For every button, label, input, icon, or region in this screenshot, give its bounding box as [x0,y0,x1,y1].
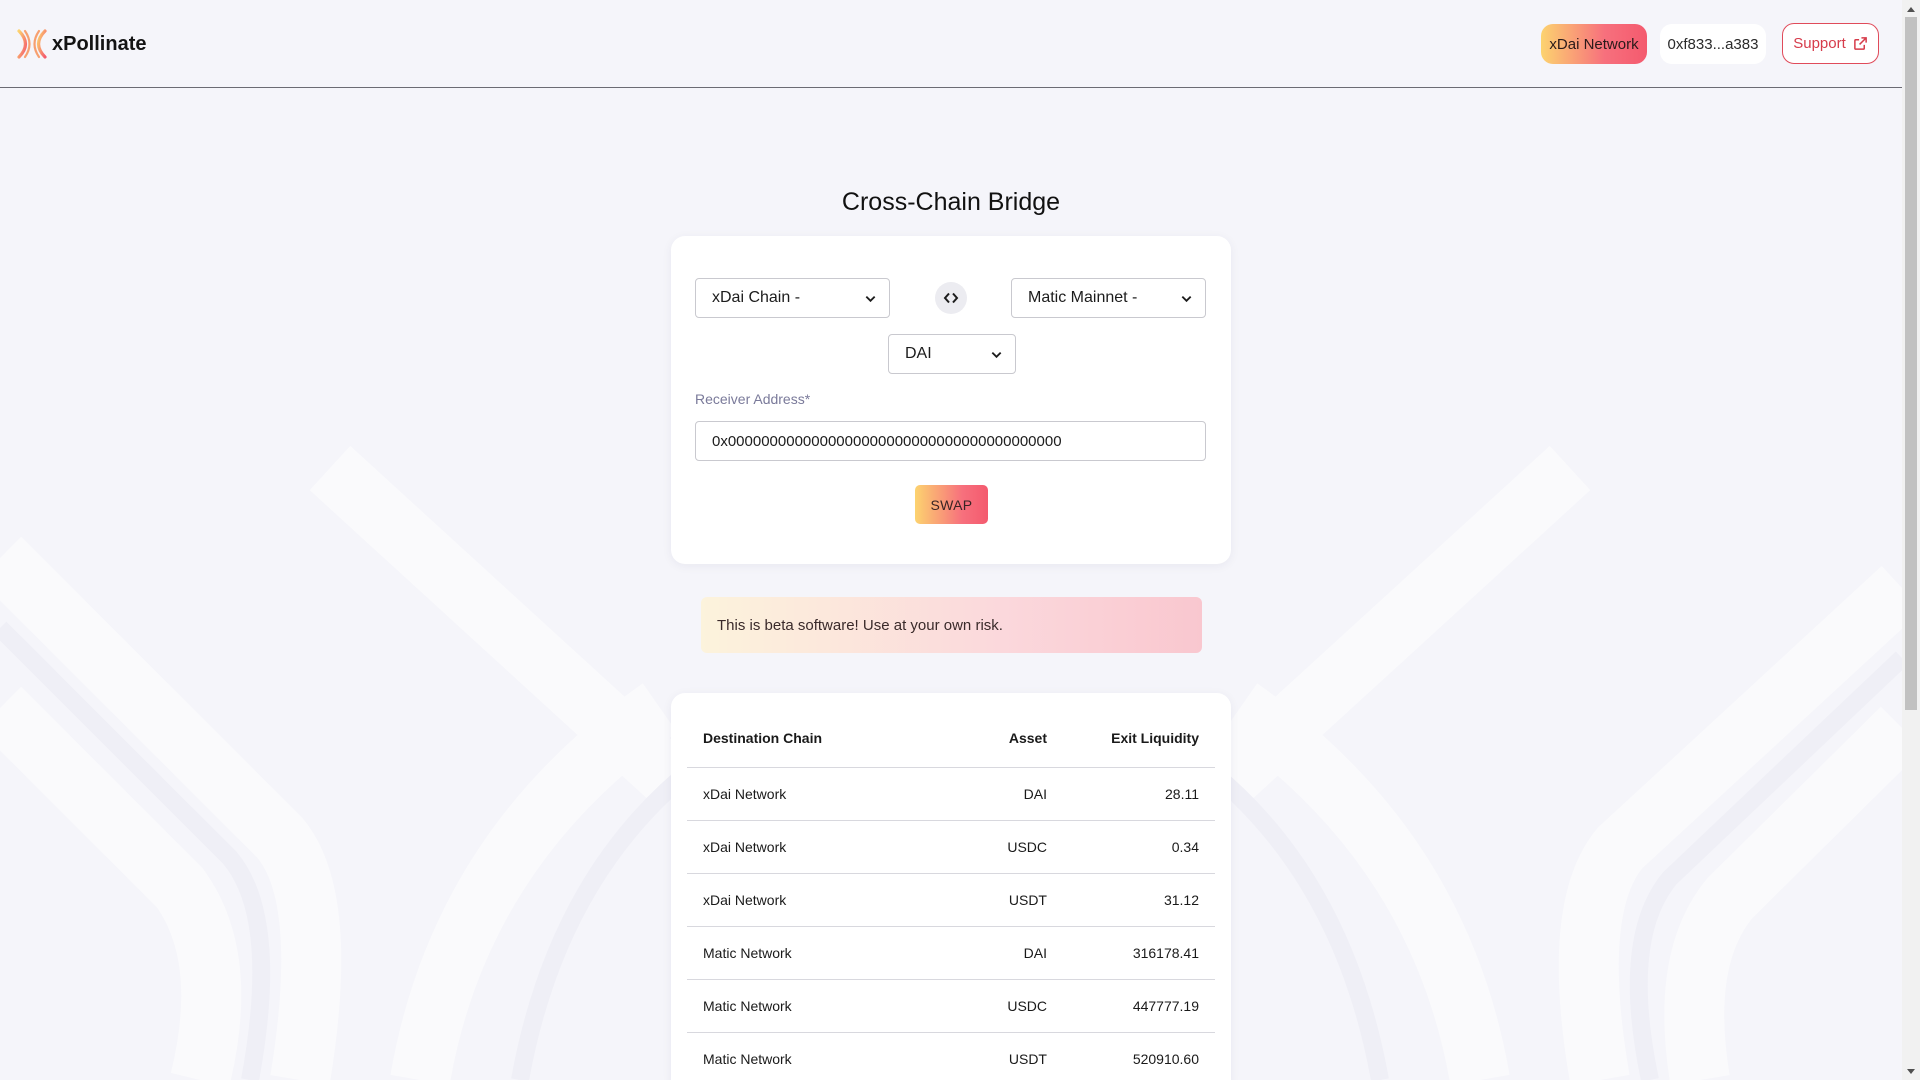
scroll-down-arrow-icon[interactable] [1902,1063,1920,1080]
table-row: xDai Network DAI 28.11 [687,767,1215,821]
to-chain-value: Matic Mainnet - [1028,289,1138,306]
exit-liquidity-cell: 31.12 [1047,873,1215,927]
page-title: Cross-Chain Bridge [841,188,1061,216]
exit-liquidity-cell: 520910.60 [1047,1032,1215,1080]
receiver-address-label: Receiver Address* [695,391,811,407]
destination-chain-cell: Matic Network [687,926,937,980]
liquidity-table: Destination Chain Asset Exit Liquidity x… [687,709,1215,1080]
table-row: Matic Network USDC 447777.19 [687,979,1215,1033]
asset-cell: USDT [937,1032,1047,1080]
table-header-row: Destination Chain Asset Exit Liquidity [687,709,1215,768]
scrollbar-thumb[interactable] [1905,17,1917,710]
swap-direction-button[interactable] [935,282,967,314]
exit-liquidity-cell: 316178.41 [1047,926,1215,980]
destination-chain-cell: xDai Network [687,820,937,874]
exit-liquidity-cell: 28.11 [1047,767,1215,821]
asset-cell: DAI [937,926,1047,980]
asset-select[interactable]: DAI [888,334,1016,374]
liquidity-card: Destination Chain Asset Exit Liquidity x… [671,693,1231,1080]
chevron-down-icon [865,295,876,303]
vertical-scrollbar[interactable] [1902,0,1920,1080]
brand-logo[interactable]: xPollinate [16,28,146,60]
receiver-address-input[interactable] [695,421,1206,461]
column-header-destination-chain: Destination Chain [687,709,937,768]
destination-chain-cell: Matic Network [687,1032,937,1080]
support-label: Support [1793,35,1846,52]
beta-warning-banner: This is beta software! Use at your own r… [701,597,1202,653]
asset-value: DAI [905,345,932,362]
chevron-down-icon [1181,295,1192,303]
asset-cell: USDT [937,873,1047,927]
to-chain-select[interactable]: Matic Mainnet - [1011,278,1206,318]
destination-chain-cell: Matic Network [687,979,937,1033]
destination-chain-cell: xDai Network [687,873,937,927]
app-viewport: xPollinate xDai Network 0xf833...a383 Su… [0,0,1902,1080]
exit-liquidity-cell: 0.34 [1047,820,1215,874]
swap-button[interactable]: SWAP [915,485,988,524]
xpollinate-logo-icon [17,29,47,59]
wallet-address-button[interactable]: 0xf833...a383 [1660,24,1766,64]
chevron-down-icon [991,351,1002,359]
table-row: xDai Network USDT 31.12 [687,873,1215,927]
network-button[interactable]: xDai Network [1541,24,1647,64]
table-row: Matic Network USDT 520910.60 [687,1032,1215,1080]
table-row: Matic Network DAI 316178.41 [687,926,1215,980]
swap-arrows-icon [943,292,959,304]
from-chain-select[interactable]: xDai Chain - [695,278,890,318]
table-row: xDai Network USDC 0.34 [687,820,1215,874]
destination-chain-cell: xDai Network [687,767,937,821]
exit-liquidity-cell: 447777.19 [1047,979,1215,1033]
top-header: xPollinate xDai Network 0xf833...a383 Su… [0,0,1902,88]
from-chain-value: xDai Chain - [712,289,801,306]
column-header-exit-liquidity: Exit Liquidity [1047,709,1215,768]
asset-cell: USDC [937,820,1047,874]
asset-cell: DAI [937,767,1047,821]
app-name: xPollinate [52,32,147,55]
support-button[interactable]: Support [1782,23,1879,64]
external-link-icon [1853,37,1867,50]
column-header-asset: Asset [937,709,1047,768]
asset-cell: USDC [937,979,1047,1033]
scroll-up-arrow-icon[interactable] [1902,0,1920,17]
bridge-card: xDai Chain - Matic Mainnet - DAI Receive… [671,236,1231,564]
